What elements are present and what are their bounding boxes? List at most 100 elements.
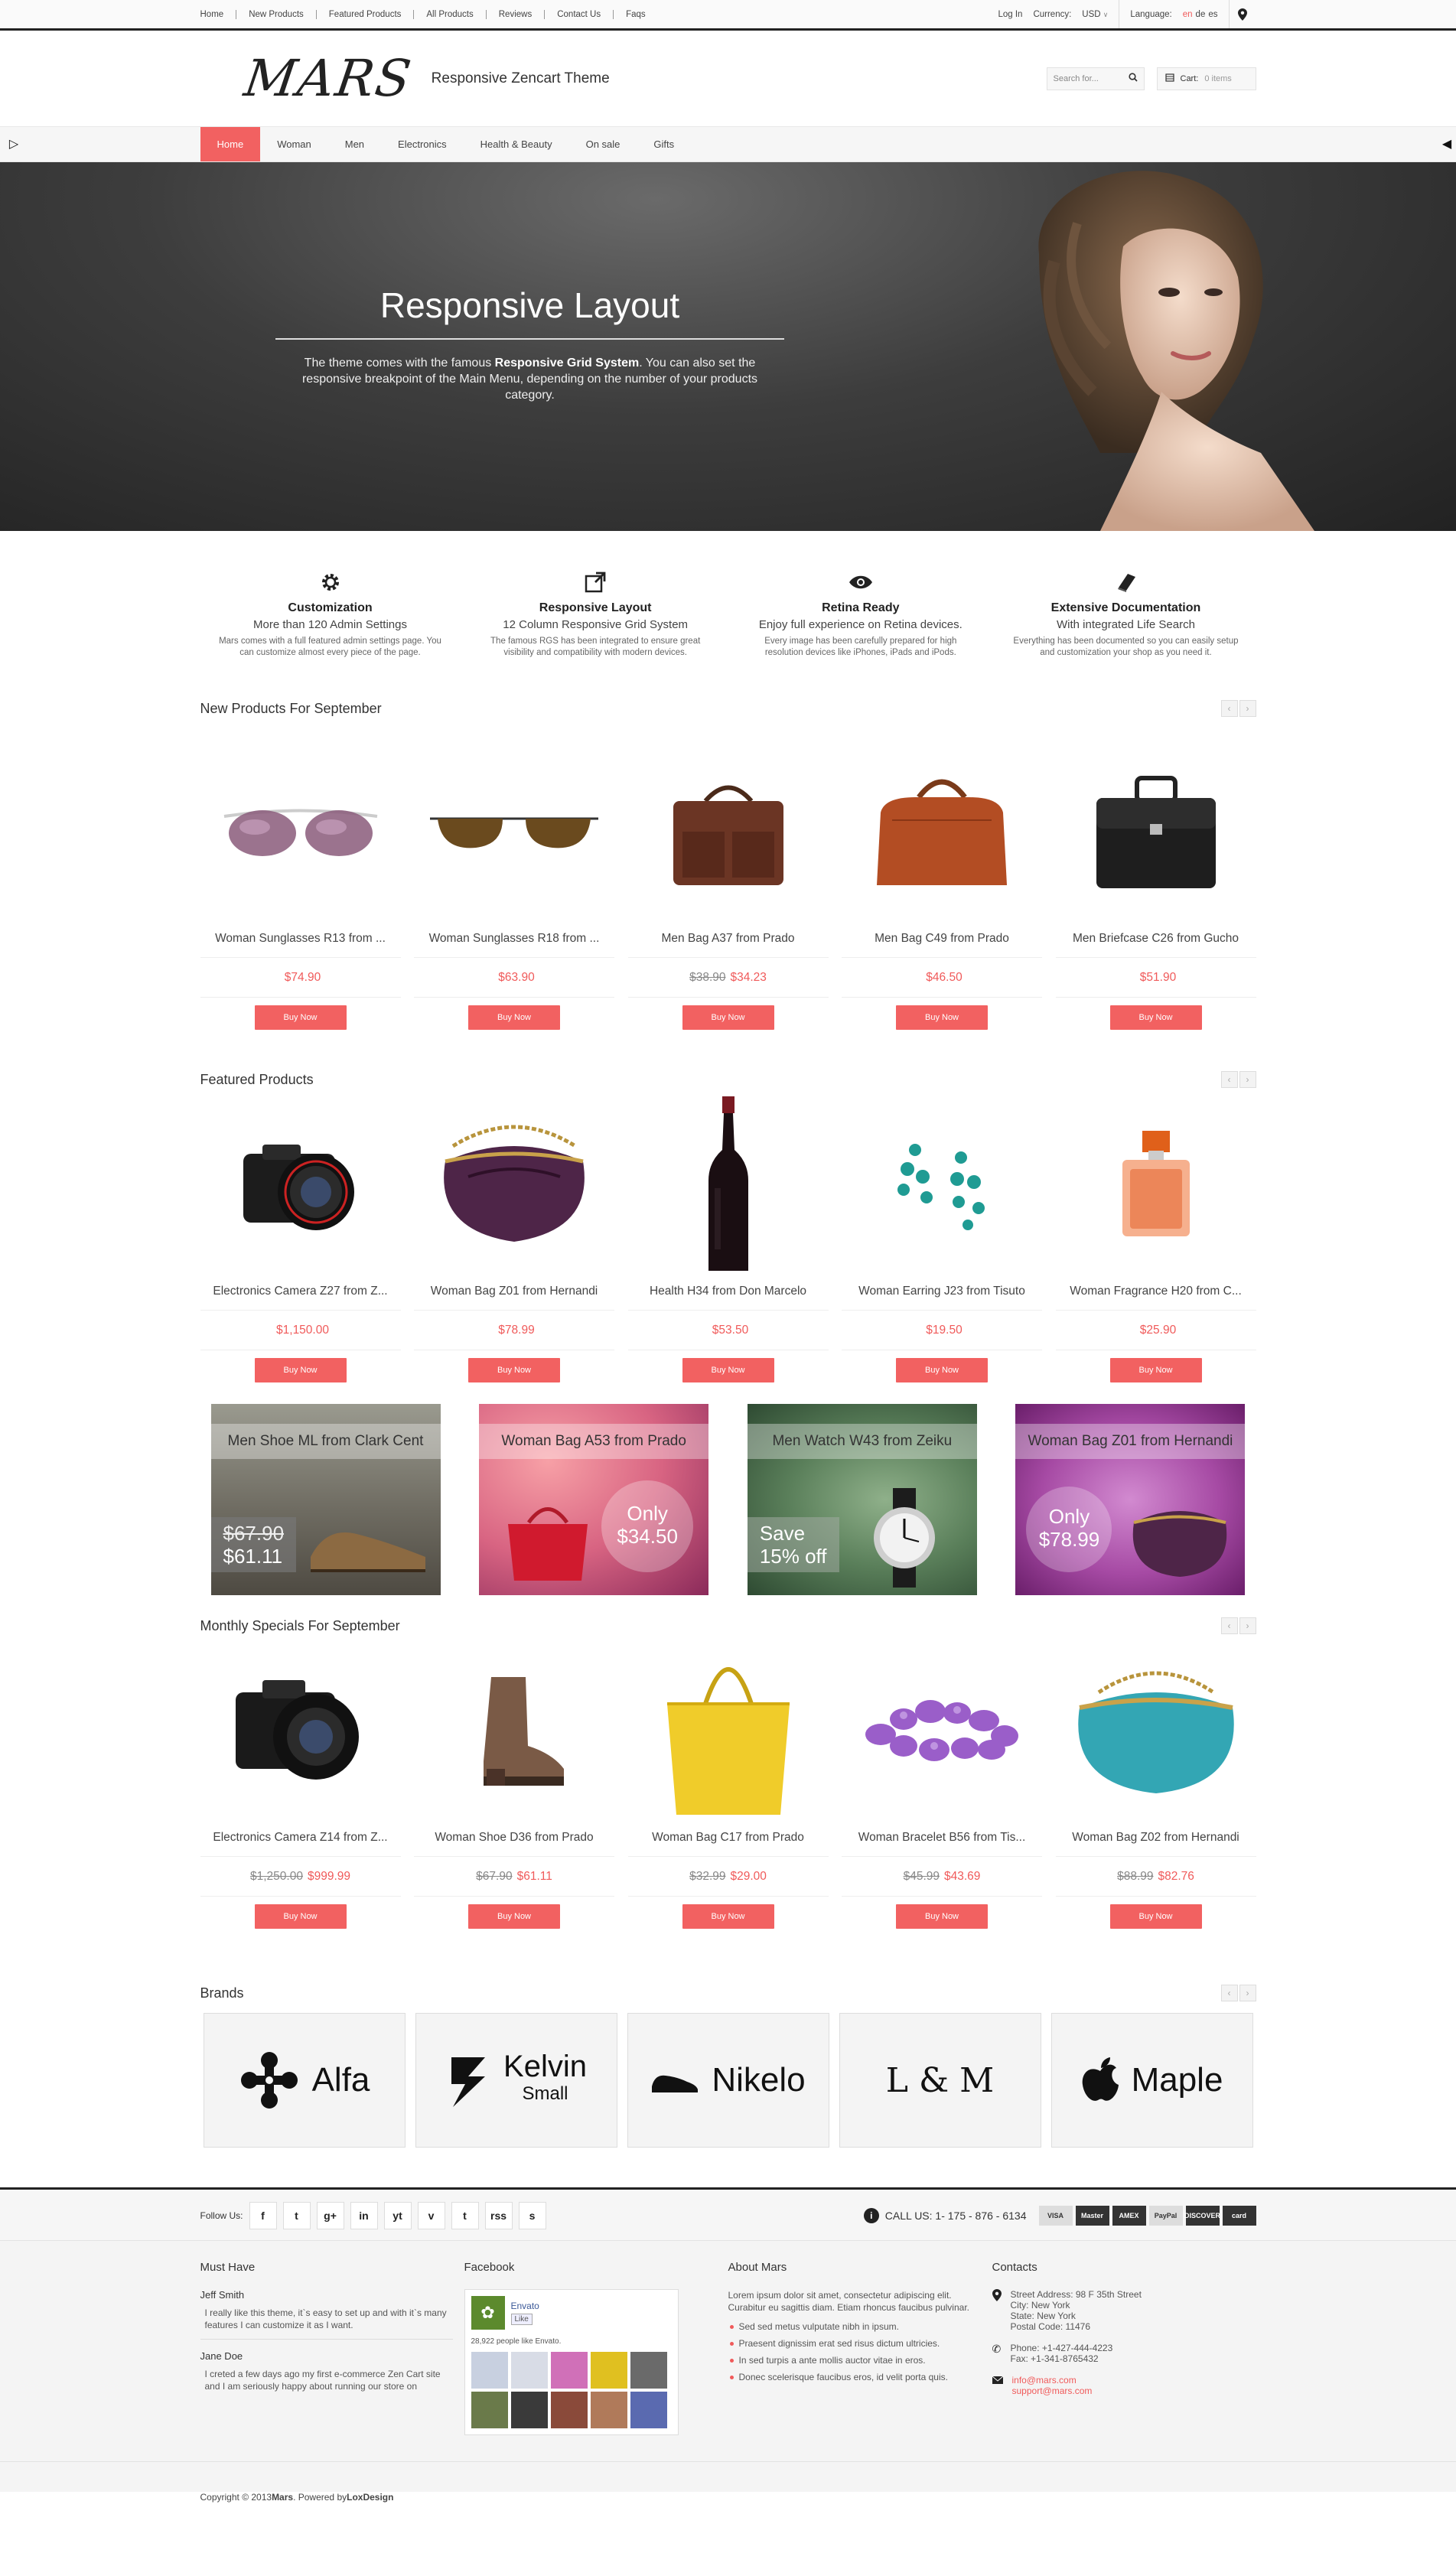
- promo-banner-bag[interactable]: Woman Bag A53 from Prado Only $34.50: [479, 1404, 709, 1595]
- promo-banner-purse[interactable]: Woman Bag Z01 from Hernandi Only $78.99: [1015, 1404, 1246, 1595]
- logo[interactable]: MARS: [240, 49, 415, 108]
- buy-now-button[interactable]: Buy Now: [254, 1358, 347, 1382]
- product-name[interactable]: Woman Sunglasses R13 from ...: [200, 920, 401, 958]
- buy-now-button[interactable]: Buy Now: [254, 1005, 347, 1030]
- nav-item-woman[interactable]: Woman: [260, 127, 328, 161]
- carousel-prev-icon[interactable]: ‹: [1220, 1617, 1238, 1634]
- buy-now-button[interactable]: Buy Now: [682, 1358, 774, 1382]
- currency-select[interactable]: USD ∨: [1082, 10, 1108, 19]
- product-name[interactable]: Men Bag C49 from Prado: [842, 920, 1042, 958]
- top-link-reviews[interactable]: Reviews: [487, 9, 546, 19]
- product-image-sunglasses[interactable]: [200, 744, 401, 920]
- product-image-purse[interactable]: [414, 1096, 614, 1272]
- search-input[interactable]: Search for...: [1046, 67, 1145, 90]
- product-image-briefcase[interactable]: [1056, 744, 1256, 920]
- product-image-bag[interactable]: [842, 744, 1042, 920]
- side-panel-toggle-left-icon[interactable]: ▷: [5, 135, 23, 153]
- buy-now-button[interactable]: Buy Now: [896, 1358, 988, 1382]
- avatar[interactable]: [630, 2352, 667, 2389]
- brand-kelvin[interactable]: Kelvin Small: [415, 2013, 617, 2148]
- product-image-boot[interactable]: [414, 1643, 614, 1819]
- buy-now-button[interactable]: Buy Now: [682, 1005, 774, 1030]
- top-link-all-products[interactable]: All Products: [414, 9, 487, 19]
- product-name[interactable]: Electronics Camera Z27 from Z...: [200, 1272, 401, 1311]
- carousel-next-icon[interactable]: ›: [1239, 700, 1256, 717]
- buy-now-button[interactable]: Buy Now: [1109, 1904, 1202, 1929]
- top-link-featured-products[interactable]: Featured Products: [317, 9, 415, 19]
- youtube-icon[interactable]: yt: [383, 2201, 412, 2229]
- nav-item-on-sale[interactable]: On sale: [569, 127, 637, 161]
- login-link[interactable]: Log In: [998, 10, 1022, 19]
- nav-item-health-beauty[interactable]: Health & Beauty: [464, 127, 569, 161]
- carousel-prev-icon[interactable]: ‹: [1220, 1071, 1238, 1088]
- product-image-earrings[interactable]: [842, 1096, 1042, 1272]
- product-image-sunglasses[interactable]: [414, 744, 614, 920]
- carousel-prev-icon[interactable]: ‹: [1220, 1985, 1238, 2001]
- buy-now-button[interactable]: Buy Now: [896, 1005, 988, 1030]
- nav-item-electronics[interactable]: Electronics: [381, 127, 464, 161]
- product-image-bracelet[interactable]: [842, 1643, 1042, 1819]
- avatar[interactable]: [510, 2392, 548, 2428]
- product-name[interactable]: Woman Bag Z02 from Hernandi: [1055, 1819, 1256, 1857]
- avatar[interactable]: [550, 2352, 588, 2389]
- hero-slider[interactable]: Responsive Layout The theme comes with t…: [0, 162, 1456, 531]
- product-name[interactable]: Woman Fragrance H20 from C...: [1055, 1272, 1256, 1311]
- skype-icon[interactable]: s: [518, 2201, 546, 2229]
- nav-item-gifts[interactable]: Gifts: [637, 127, 691, 161]
- twitter-icon[interactable]: t: [282, 2201, 311, 2229]
- email-link[interactable]: info@mars.com: [1012, 2375, 1093, 2386]
- language-en[interactable]: en: [1183, 10, 1193, 19]
- avatar[interactable]: [630, 2392, 667, 2428]
- product-name[interactable]: Woman Shoe D36 from Prado: [414, 1819, 614, 1857]
- product-image-bag[interactable]: [628, 744, 829, 920]
- language-es[interactable]: es: [1208, 10, 1217, 19]
- avatar[interactable]: [590, 2352, 627, 2389]
- tumblr-icon[interactable]: t: [451, 2201, 479, 2229]
- copyright-powered-by[interactable]: LoxDesign: [347, 2482, 393, 2513]
- nav-item-home[interactable]: Home: [200, 127, 261, 161]
- avatar[interactable]: [471, 2352, 508, 2389]
- avatar[interactable]: [471, 2392, 508, 2428]
- brand-maple[interactable]: Maple: [1050, 2013, 1253, 2148]
- buy-now-button[interactable]: Buy Now: [1109, 1358, 1202, 1382]
- product-name[interactable]: Men Briefcase C26 from Gucho: [1055, 920, 1256, 958]
- facebook-icon[interactable]: f: [249, 2201, 277, 2229]
- top-link-home[interactable]: Home: [200, 9, 237, 19]
- product-name[interactable]: Woman Bag Z01 from Hernandi: [414, 1272, 614, 1311]
- buy-now-button[interactable]: Buy Now: [682, 1904, 774, 1929]
- product-name[interactable]: Woman Sunglasses R18 from ...: [414, 920, 614, 958]
- search-icon[interactable]: [1128, 73, 1138, 84]
- brand-nikelo[interactable]: Nikelo: [627, 2013, 829, 2148]
- brand-alfa[interactable]: Alfa: [203, 2013, 406, 2148]
- language-de[interactable]: de: [1196, 10, 1206, 19]
- email-link[interactable]: support@mars.com: [1012, 2386, 1093, 2396]
- vimeo-icon[interactable]: v: [417, 2201, 445, 2229]
- avatar[interactable]: [590, 2392, 627, 2428]
- map-pin-icon[interactable]: [1228, 0, 1256, 28]
- brand-lm[interactable]: L & M: [839, 2013, 1041, 2148]
- product-image-teal-purse[interactable]: [1056, 1643, 1256, 1819]
- product-name[interactable]: Woman Earring J23 from Tisuto: [842, 1272, 1042, 1311]
- buy-now-button[interactable]: Buy Now: [896, 1904, 988, 1929]
- side-panel-toggle-right-icon[interactable]: ◀: [1438, 135, 1456, 153]
- cart-button[interactable]: Cart: 0 items: [1156, 67, 1256, 90]
- product-image-camera[interactable]: [200, 1096, 401, 1272]
- promo-banner-watch[interactable]: Men Watch W43 from Zeiku Save 15% off: [747, 1404, 977, 1595]
- avatar[interactable]: [550, 2392, 588, 2428]
- facebook-widget[interactable]: ✿ Envato Like 28,922 people like Envato.: [464, 2289, 679, 2435]
- product-image-wine-bottle[interactable]: [628, 1096, 829, 1272]
- google-plus-icon[interactable]: g+: [316, 2201, 344, 2229]
- product-image-yellow-bag[interactable]: [628, 1643, 829, 1819]
- carousel-next-icon[interactable]: ›: [1239, 1617, 1256, 1634]
- rss-icon[interactable]: rss: [484, 2201, 513, 2229]
- carousel-next-icon[interactable]: ›: [1239, 1071, 1256, 1088]
- nav-item-men[interactable]: Men: [328, 127, 381, 161]
- buy-now-button[interactable]: Buy Now: [1109, 1005, 1202, 1030]
- promo-banner-shoe[interactable]: Men Shoe ML from Clark Cent $67.90 $61.1…: [210, 1404, 441, 1595]
- carousel-prev-icon[interactable]: ‹: [1220, 700, 1238, 717]
- product-name[interactable]: Health H34 from Don Marcelo: [627, 1272, 829, 1311]
- product-name[interactable]: Men Bag A37 from Prado: [627, 920, 829, 958]
- product-name[interactable]: Woman Bracelet B56 from Tis...: [842, 1819, 1042, 1857]
- buy-now-button[interactable]: Buy Now: [468, 1005, 560, 1030]
- product-image-perfume[interactable]: [1056, 1096, 1256, 1272]
